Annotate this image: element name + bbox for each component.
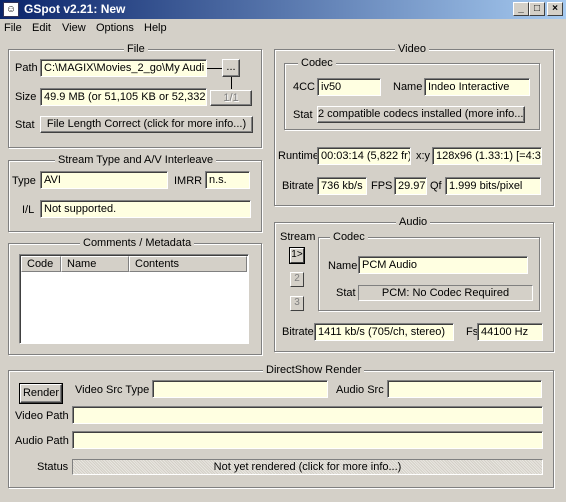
render-button[interactable]: Render	[19, 383, 63, 404]
audio-stream-1-button[interactable]: 1>	[289, 247, 305, 264]
menu-options[interactable]: Options	[94, 21, 136, 36]
status-label: Status	[37, 461, 69, 473]
il-field[interactable]: Not supported.	[40, 200, 251, 218]
audio-stream-2-button[interactable]: 2	[290, 272, 304, 287]
xy-field[interactable]: 128x96 (1.33:1) [=4:3]	[432, 147, 542, 165]
audio-stream-3-button[interactable]: 3	[290, 296, 304, 311]
file-stat-button[interactable]: File Length Correct (click for more info…	[40, 116, 253, 133]
title-bar[interactable]: ☺ GSpot v2.21: New _ □ ×	[0, 0, 566, 19]
comments-legend: Comments / Metadata	[80, 237, 195, 249]
audio-stat-button[interactable]: PCM: No Codec Required	[358, 285, 533, 301]
fourcc-label: 4CC	[293, 81, 316, 93]
stat-label: Stat	[15, 119, 35, 131]
menu-edit[interactable]: Edit	[30, 21, 53, 36]
imrr-field[interactable]: n.s.	[205, 171, 250, 189]
video-bitrate-field[interactable]: 736 kb/s	[317, 177, 367, 195]
audio-src-label: Audio Src	[336, 384, 384, 396]
path-field[interactable]: C:\MAGIX\Movies_2_go\My Audi	[40, 59, 207, 77]
qf-label: Qf	[430, 180, 442, 192]
audio-legend: Audio	[396, 216, 431, 228]
gspot-face-icon[interactable]: ☺	[3, 2, 19, 17]
path-label: Path	[15, 62, 38, 74]
il-label: I/L	[22, 204, 35, 216]
menu-view[interactable]: View	[60, 21, 88, 36]
type-field[interactable]: AVI	[40, 171, 168, 189]
column-contents[interactable]: Contents	[129, 256, 247, 272]
menu-bar: File Edit View Options Help	[0, 19, 566, 38]
audio-path-field[interactable]	[72, 431, 543, 449]
audio-codec-legend: Codec	[330, 231, 368, 243]
type-label: Type	[12, 175, 36, 187]
video-bitrate-label: Bitrate	[282, 180, 314, 192]
fps-label: FPS	[371, 180, 393, 192]
xy-label: x:y	[416, 150, 431, 162]
directshow-legend: DirectShow Render	[263, 364, 365, 376]
audio-path-label: Audio Path	[15, 435, 69, 447]
close-icon[interactable]: ×	[547, 2, 563, 16]
audio-bitrate-field[interactable]: 1411 kb/s (705/ch, stereo)	[314, 323, 454, 341]
audio-name-label: Name	[328, 260, 358, 272]
video-name-label: Name	[393, 81, 423, 93]
video-src-type-label: Video Src Type	[75, 384, 150, 396]
fourcc-field[interactable]: iv50	[317, 78, 381, 96]
runtime-field[interactable]: 00:03:14 (5,822 fr)	[317, 147, 411, 165]
page-counter-button[interactable]: 1/1	[210, 90, 252, 106]
audio-name-field[interactable]: PCM Audio	[358, 256, 528, 274]
video-stat-button[interactable]: 2 compatible codecs installed (more info…	[317, 106, 525, 123]
render-status-bar[interactable]: Not yet rendered (click for more info...…	[72, 459, 543, 475]
audio-bitrate-label: Bitrate	[282, 326, 314, 338]
fps-field[interactable]: 29.97	[394, 177, 427, 195]
size-label: Size	[15, 91, 37, 103]
column-name[interactable]: Name	[61, 256, 129, 272]
comments-list[interactable]: Code Name Contents	[19, 254, 249, 344]
file-legend: File	[124, 43, 148, 55]
fs-field[interactable]: 44100 Hz	[477, 323, 543, 341]
size-field[interactable]: 49.9 MB (or 51,105 KB or 52,332,	[40, 88, 207, 106]
video-src-type-field[interactable]	[152, 380, 328, 398]
video-legend: Video	[395, 43, 429, 55]
browse-connector	[207, 68, 222, 69]
audio-stream-label: Stream	[280, 231, 316, 243]
maximize-icon[interactable]: □	[529, 2, 545, 16]
video-path-label: Video Path	[15, 410, 69, 422]
browse-connector-vertical	[231, 77, 232, 89]
audio-src-field[interactable]	[387, 380, 542, 398]
browse-button[interactable]: ...	[222, 59, 240, 77]
video-name-field[interactable]: Indeo Interactive	[424, 78, 530, 96]
stream-type-legend: Stream Type and A/V Interleave	[55, 154, 217, 166]
minimize-icon[interactable]: _	[513, 2, 529, 16]
column-code[interactable]: Code	[21, 256, 61, 272]
audio-stat-label: Stat	[336, 287, 356, 299]
runtime-label: Runtime	[278, 150, 319, 162]
video-path-field[interactable]	[72, 406, 543, 424]
video-codec-legend: Codec	[298, 57, 336, 69]
menu-help[interactable]: Help	[142, 21, 169, 36]
qf-field[interactable]: 1.999 bits/pixel	[445, 177, 541, 195]
menu-file[interactable]: File	[2, 21, 24, 36]
window-title: GSpot v2.21: New	[24, 2, 126, 16]
imrr-label: IMRR	[174, 175, 203, 187]
video-stat-label: Stat	[293, 109, 313, 121]
